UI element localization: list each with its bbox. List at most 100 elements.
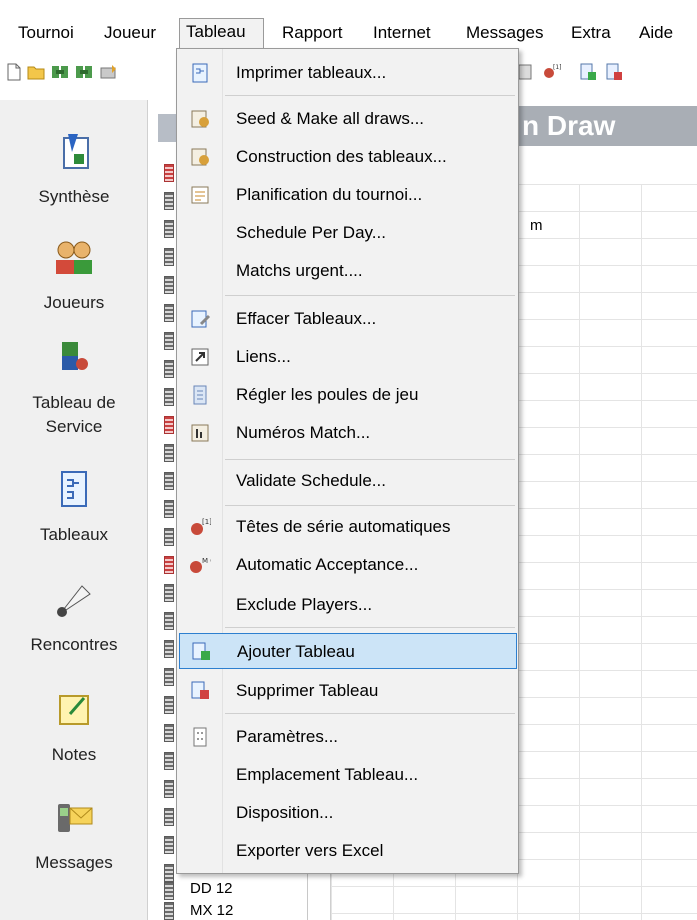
- menu-separator: [225, 505, 515, 506]
- menu-item-parametres[interactable]: Paramètres...: [179, 719, 517, 755]
- new-icon[interactable]: [4, 62, 24, 82]
- draw-list-icon[interactable]: [164, 248, 174, 266]
- sidebar-item-label: Messages: [35, 853, 113, 872]
- menu-rapport[interactable]: Rapport: [276, 20, 348, 48]
- menu-item-label: Numéros Match...: [236, 423, 371, 442]
- sidebar-item-tableaux[interactable]: Tableaux: [0, 468, 148, 547]
- menu-item-numeros-match[interactable]: Numéros Match...: [179, 415, 517, 451]
- open-icon[interactable]: [26, 62, 46, 82]
- sidebar-item-label: Synthèse: [38, 187, 110, 206]
- link-icon: [191, 348, 209, 366]
- tool-icon[interactable]: [98, 62, 118, 82]
- menu-item-effacer-tableaux[interactable]: Effacer Tableaux...: [179, 301, 517, 337]
- seed-draws-icon: [191, 110, 209, 128]
- draw-list-icon[interactable]: [164, 360, 174, 378]
- sidebar-item-notes[interactable]: Notes: [0, 688, 148, 767]
- draw-list-icon[interactable]: [164, 864, 174, 882]
- draw-list-icon[interactable]: [164, 556, 174, 574]
- menu-messages[interactable]: Messages: [460, 20, 549, 48]
- menu-item-label: Ajouter Tableau: [237, 642, 355, 661]
- menu-item-label: Têtes de série automatiques: [236, 517, 451, 536]
- draw-list-icon[interactable]: [164, 276, 174, 294]
- seed-superscript: [1]: [202, 518, 211, 526]
- sidebar-item-messages[interactable]: Messages: [0, 796, 148, 875]
- menu-item-supprimer-tableau[interactable]: Supprimer Tableau: [179, 673, 517, 709]
- menu-rapport-label: Rapport: [282, 23, 343, 42]
- draw-list-icon[interactable]: [164, 192, 174, 210]
- draws-icon: [61, 471, 87, 507]
- menu-item-label: Disposition...: [236, 803, 334, 822]
- menu-item-label: Exporter vers Excel: [236, 841, 384, 860]
- draw-icon[interactable]: [604, 62, 624, 82]
- draw-list-icon[interactable]: [164, 780, 174, 798]
- draw-list-icon[interactable]: [164, 724, 174, 742]
- draw-list-icon[interactable]: [164, 304, 174, 322]
- draw-list-icon[interactable]: [164, 220, 174, 238]
- menu-bar: Tournoi Joueur Tableau Rapport Internet …: [0, 0, 697, 48]
- tree-item-dd12[interactable]: DD 12: [190, 880, 233, 897]
- draw-list-icon[interactable]: [164, 332, 174, 350]
- tool-icon[interactable]: [50, 62, 70, 82]
- sidebar-item-synthese[interactable]: Synthèse: [0, 130, 148, 209]
- draw-list-icon[interactable]: [164, 808, 174, 826]
- menu-aide[interactable]: Aide: [633, 20, 679, 48]
- menu-tournoi[interactable]: Tournoi: [12, 20, 80, 48]
- draw-list-icon[interactable]: [164, 472, 174, 490]
- summary-icon: [63, 134, 89, 169]
- menu-joueur-label: Joueur: [104, 23, 156, 42]
- menu-item-label: Automatic Acceptance...: [236, 555, 419, 574]
- draw-list-icon[interactable]: [164, 388, 174, 406]
- menu-aide-label: Aide: [639, 23, 674, 42]
- menu-item-label: Liens...: [236, 347, 291, 366]
- draw-list-icon[interactable]: [164, 668, 174, 686]
- tree-item-mx12[interactable]: MX 12: [190, 902, 233, 919]
- messages-icon: [58, 804, 93, 832]
- menu-item-label: Seed & Make all draws...: [236, 109, 425, 128]
- draw-list-icon[interactable]: [164, 640, 174, 658]
- menu-item-tetes-de-serie[interactable]: [1] Têtes de série automatiques: [179, 509, 517, 545]
- menu-internet[interactable]: Internet: [367, 20, 437, 48]
- menu-item-validate-schedule[interactable]: Validate Schedule...: [179, 463, 517, 499]
- tool-icon[interactable]: [74, 62, 94, 82]
- seed-icon[interactable]: [1]: [542, 62, 562, 82]
- draw-list-icon[interactable]: [164, 752, 174, 770]
- menu-tableau[interactable]: Tableau: [179, 18, 264, 48]
- menu-item-disposition[interactable]: Disposition...: [179, 795, 517, 831]
- menu-item-seed-make-all[interactable]: Seed & Make all draws...: [179, 101, 517, 137]
- menu-item-label: Matchs urgent....: [236, 261, 363, 280]
- grid-cell-text: m: [530, 217, 543, 234]
- menu-item-emplacement-tableau[interactable]: Emplacement Tableau...: [179, 757, 517, 793]
- tool-icon[interactable]: [516, 62, 536, 82]
- menu-item-exporter-excel[interactable]: Exporter vers Excel: [179, 833, 517, 869]
- draw-list-icon[interactable]: [164, 902, 174, 920]
- draw-list-icon[interactable]: [164, 696, 174, 714]
- menu-item-imprimer-tableaux[interactable]: Imprimer tableaux...: [179, 55, 517, 91]
- menu-item-liens[interactable]: Liens...: [179, 339, 517, 375]
- menu-separator: [225, 627, 515, 628]
- draw-list-icon[interactable]: [164, 416, 174, 434]
- draw-list-icon[interactable]: [164, 528, 174, 546]
- menu-item-matchs-urgent[interactable]: Matchs urgent....: [179, 253, 517, 289]
- draw-list-icon[interactable]: [164, 500, 174, 518]
- draw-list-icon[interactable]: [164, 836, 174, 854]
- draw-icon[interactable]: [578, 62, 598, 82]
- menu-item-planification[interactable]: Planification du tournoi...: [179, 177, 517, 213]
- menu-item-construction-tableaux[interactable]: Construction des tableaux...: [179, 139, 517, 175]
- draw-list-icon[interactable]: [164, 882, 174, 900]
- sidebar-item-joueurs[interactable]: Joueurs: [0, 236, 148, 315]
- draw-list-icon[interactable]: [164, 164, 174, 182]
- draw-list-icon[interactable]: [164, 584, 174, 602]
- pools-icon: [193, 385, 207, 405]
- menu-item-regler-poules[interactable]: Régler les poules de jeu: [179, 377, 517, 413]
- menu-joueur[interactable]: Joueur: [98, 20, 162, 48]
- draw-list-icon[interactable]: [164, 444, 174, 462]
- auto-accept-icon: M Q: [190, 557, 211, 573]
- menu-extra[interactable]: Extra: [565, 20, 617, 48]
- menu-item-automatic-acceptance[interactable]: M Q Automatic Acceptance...: [179, 547, 517, 583]
- menu-item-exclude-players[interactable]: Exclude Players...: [179, 587, 517, 623]
- menu-item-schedule-per-day[interactable]: Schedule Per Day...: [179, 215, 517, 251]
- menu-item-ajouter-tableau[interactable]: Ajouter Tableau: [179, 633, 517, 669]
- sidebar-item-rencontres[interactable]: Rencontres: [0, 578, 148, 657]
- draw-list-icon[interactable]: [164, 612, 174, 630]
- sidebar-item-tableau-de-service[interactable]: Tableau de Service: [0, 336, 148, 439]
